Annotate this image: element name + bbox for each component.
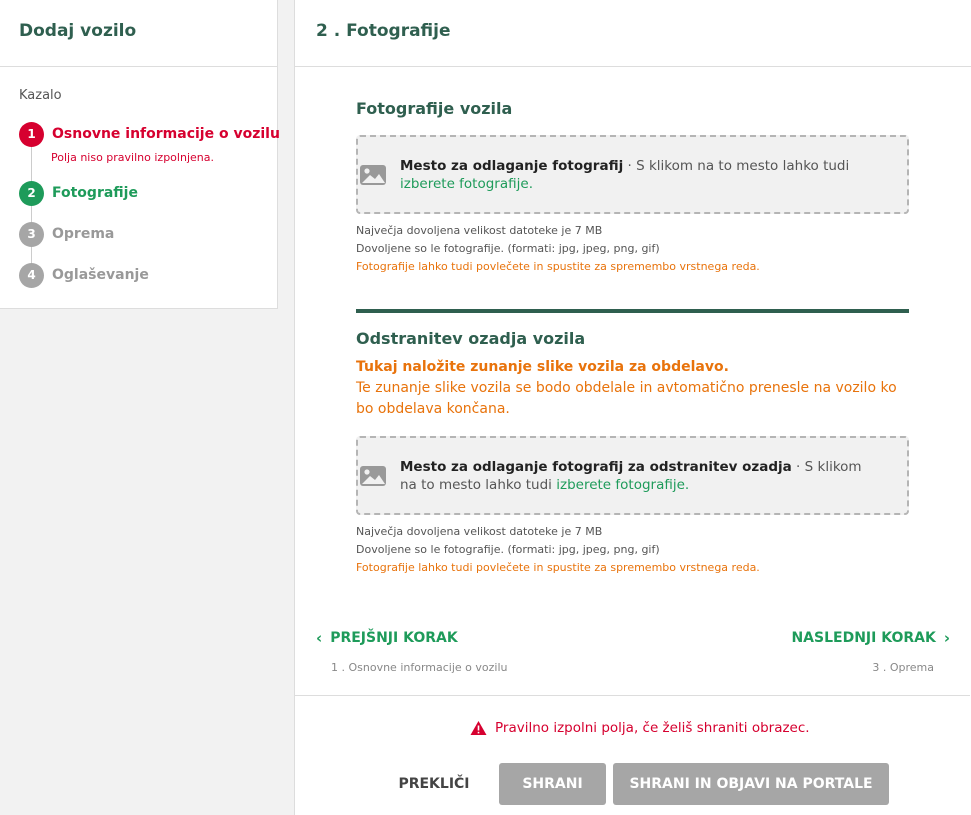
form-warning: Pravilno izpolni polja, če želiš shranit…: [470, 720, 810, 736]
image-icon: [360, 466, 386, 486]
next-step-name: 3 . Oprema: [872, 661, 934, 674]
step-item-equipment[interactable]: 3 Oprema: [19, 221, 114, 247]
dropzone-description: · S klikom na to mesto lahko tudi: [623, 157, 850, 174]
step-label: Oprema: [52, 226, 115, 242]
dropzone-text: Mesto za odlaganje fotografij · S klikom…: [400, 157, 881, 193]
step-number: 1: [19, 121, 44, 147]
hint-drag-reorder: Fotografije lahko tudi povlečete in spus…: [356, 260, 760, 273]
image-icon: [360, 165, 386, 185]
step-number: 3: [19, 221, 44, 247]
hint-formats: Dovoljene so le fotografije. (formati: j…: [356, 242, 660, 255]
step-label: Oglaševanje: [52, 267, 149, 283]
toc-label: Kazalo: [19, 88, 62, 103]
previous-step-label: PREJŠNJI KORAK: [330, 630, 458, 646]
hint-drag-reorder: Fotografije lahko tudi povlečete in spus…: [356, 561, 760, 574]
step-number: 4: [19, 262, 44, 288]
previous-step-button[interactable]: ‹ PREJŠNJI KORAK: [316, 629, 458, 647]
background-instruction-text: Te zunanje slike vozila se bodo obdelale…: [356, 380, 897, 417]
hint-formats: Dovoljene so le fotografije. (formati: j…: [356, 543, 660, 556]
hint-max-size: Največja dovoljena velikost datoteke je …: [356, 525, 603, 538]
next-step-label: NASLEDNJI KORAK: [791, 630, 936, 646]
step-label: Fotografije: [52, 185, 138, 201]
warning-icon: [470, 721, 487, 735]
step-item-advertising[interactable]: 4 Oglaševanje: [19, 262, 149, 288]
background-instruction-heading: Tukaj naložite zunanje slike vozila za o…: [356, 359, 729, 375]
main-panel: 2 . Fotografije Fotografije vozila Mesto…: [294, 0, 971, 815]
step-error-message: Polja niso pravilno izpolnjena.: [51, 151, 214, 164]
dropzone-title: Mesto za odlaganje fotografij za odstran…: [400, 458, 792, 475]
step-item-basic-info[interactable]: 1 Osnovne informacije o vozilu: [19, 121, 280, 147]
background-section-title: Odstranitev ozadja vozila: [356, 329, 586, 348]
sidebar: Dodaj vozilo Kazalo 1 Osnovne informacij…: [0, 0, 280, 309]
dropzone-title: Mesto za odlaganje fotografij: [400, 157, 624, 174]
select-photos-link[interactable]: izberete fotografije: [556, 477, 685, 493]
hint-max-size: Največja dovoljena velikost datoteke je …: [356, 224, 603, 237]
save-button[interactable]: SHRANI: [499, 763, 606, 805]
dropzone-period: .: [528, 175, 533, 192]
next-step-button[interactable]: NASLEDNJI KORAK ›: [791, 629, 950, 647]
photos-section-title: Fotografije vozila: [356, 99, 513, 118]
step-number: 2: [19, 180, 44, 206]
sidebar-header: Dodaj vozilo: [0, 0, 277, 67]
chevron-left-icon: ‹: [316, 629, 323, 647]
main-header: 2 . Fotografije: [295, 0, 971, 67]
select-photos-link[interactable]: izberete fotografije: [400, 176, 529, 192]
sidebar-title: Dodaj vozilo: [19, 21, 137, 41]
form-warning-text: Pravilno izpolni polja, če želiš shranit…: [495, 720, 810, 736]
dropzone-period: .: [684, 476, 690, 493]
section-divider: [356, 309, 909, 313]
footer-divider: [295, 695, 970, 696]
step-label: Osnovne informacije o vozilu: [52, 126, 280, 142]
previous-step-name: 1 . Osnovne informacije o vozilu: [331, 661, 508, 674]
chevron-right-icon: ›: [943, 629, 950, 647]
save-and-publish-button[interactable]: SHRANI IN OBJAVI NA PORTALE: [613, 763, 889, 805]
page-title: 2 . Fotografije: [316, 21, 451, 41]
background-removal-dropzone[interactable]: Mesto za odlaganje fotografij za odstran…: [356, 436, 909, 515]
cancel-button[interactable]: PREKLIČI: [390, 763, 478, 805]
photo-dropzone[interactable]: Mesto za odlaganje fotografij · S klikom…: [356, 135, 909, 214]
dropzone-text: Mesto za odlaganje fotografij za odstran…: [400, 458, 881, 494]
step-item-photos[interactable]: 2 Fotografije: [19, 180, 138, 206]
